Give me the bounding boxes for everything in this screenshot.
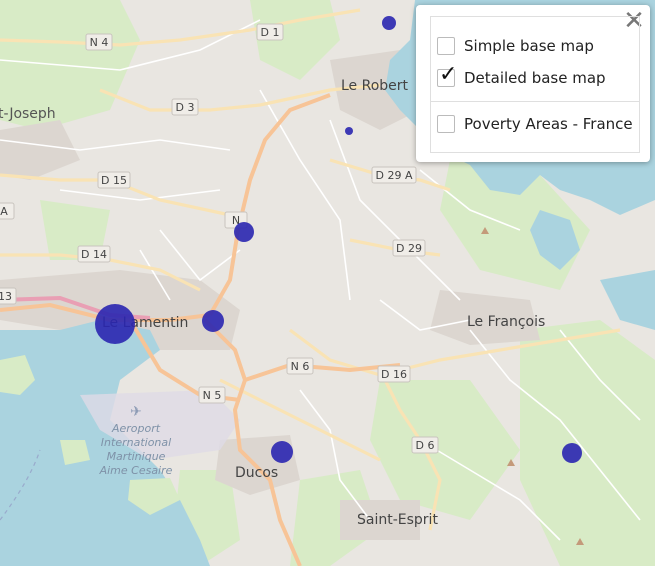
svg-text:N 4: N 4 bbox=[90, 36, 109, 49]
road-shield-d6: D 6 bbox=[411, 436, 439, 454]
road-shield-d3: D 3 bbox=[171, 98, 199, 116]
layer-option-poverty-areas[interactable]: Poverty Areas - France bbox=[437, 113, 633, 135]
poverty-areas-checkbox[interactable] bbox=[437, 115, 455, 133]
svg-text:N 5: N 5 bbox=[203, 389, 222, 402]
place-label-le-robert: Le Robert bbox=[341, 78, 409, 94]
road-shield-n4: N 4 bbox=[85, 33, 113, 51]
road-shield-n6: N 6 bbox=[286, 357, 314, 375]
place-label-saint-esprit: Saint-Esprit bbox=[357, 512, 438, 528]
detailed-base-map-label: Detailed base map bbox=[464, 69, 606, 87]
marker-le-francois-south[interactable] bbox=[562, 443, 582, 463]
road-shield-13: 13 bbox=[0, 287, 17, 305]
simple-base-map-checkbox[interactable] bbox=[437, 37, 455, 55]
place-label-ducos: Ducos bbox=[235, 465, 278, 481]
svg-text:D 14: D 14 bbox=[81, 248, 107, 261]
layer-separator bbox=[431, 101, 639, 102]
marker-ducos[interactable] bbox=[271, 441, 293, 463]
marker-n1-point[interactable] bbox=[234, 222, 254, 242]
road-shield-d15: D 15 bbox=[97, 171, 131, 189]
poverty-areas-label: Poverty Areas - France bbox=[464, 115, 633, 133]
layer-control-panel: ✕ Simple base map ✓ Detailed base map Po… bbox=[416, 5, 650, 162]
simple-base-map-label: Simple base map bbox=[464, 37, 594, 55]
svg-text:N 6: N 6 bbox=[291, 360, 310, 373]
svg-text:D 1: D 1 bbox=[261, 26, 280, 39]
marker-le-lamentin-center[interactable] bbox=[95, 304, 135, 344]
checkmark-icon: ✓ bbox=[439, 62, 458, 87]
svg-text:Aeroport: Aeroport bbox=[111, 422, 161, 435]
road-shield-a: A bbox=[0, 202, 15, 220]
svg-text:D 29 A: D 29 A bbox=[376, 169, 413, 182]
road-shield-d1: D 1 bbox=[256, 23, 284, 41]
road-shield-n5: N 5 bbox=[198, 386, 226, 404]
detailed-base-map-checkbox[interactable]: ✓ bbox=[437, 63, 457, 87]
layer-list: Simple base map ✓ Detailed base map Pove… bbox=[430, 16, 640, 153]
marker-le-lamentin-east[interactable] bbox=[202, 310, 224, 332]
layer-option-simple-base-map[interactable]: Simple base map bbox=[437, 35, 594, 57]
svg-text:International: International bbox=[101, 436, 171, 449]
svg-text:D 6: D 6 bbox=[416, 439, 435, 452]
svg-text:Aime Cesaire: Aime Cesaire bbox=[99, 464, 173, 477]
svg-text:13: 13 bbox=[0, 290, 12, 303]
layer-option-detailed-base-map[interactable]: ✓ Detailed base map bbox=[437, 63, 606, 89]
place-label-le-francois: Le François bbox=[467, 314, 545, 330]
road-shield-d29: D 29 bbox=[392, 239, 426, 257]
svg-text:D 29: D 29 bbox=[396, 242, 422, 255]
place-label-saint-joseph: t-Joseph bbox=[0, 106, 56, 122]
svg-text:D 15: D 15 bbox=[101, 174, 127, 187]
road-shield-d14: D 14 bbox=[77, 245, 111, 263]
road-shield-d16: D 16 bbox=[377, 365, 411, 383]
marker-le-robert-north[interactable] bbox=[382, 16, 396, 30]
svg-text:D 16: D 16 bbox=[381, 368, 407, 381]
svg-text:A: A bbox=[0, 205, 8, 218]
airplane-icon: ✈ bbox=[130, 404, 142, 420]
marker-le-robert-south[interactable] bbox=[345, 127, 353, 135]
svg-text:D 3: D 3 bbox=[176, 101, 195, 114]
svg-text:Martinique: Martinique bbox=[107, 450, 166, 463]
road-shield-d29a: D 29 A bbox=[371, 166, 417, 184]
